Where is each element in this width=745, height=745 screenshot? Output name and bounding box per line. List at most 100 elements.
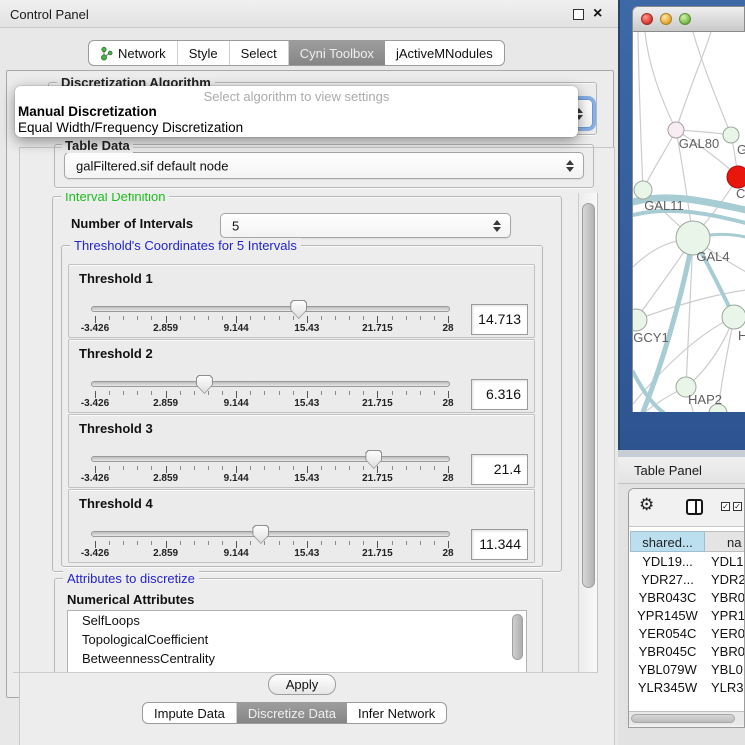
network-node-label: GAL4 <box>696 249 729 264</box>
table-panel-titlebar: Table Panel <box>618 457 745 484</box>
slider-tick <box>293 316 294 320</box>
float-window-icon[interactable] <box>573 9 584 20</box>
network-view-canvas[interactable]: GAL80GACGAL11GAL4GCY1HHAP2 <box>632 32 745 412</box>
table-row[interactable]: YER054CYER0 <box>629 625 745 643</box>
slider-tick-label: -3.426 <box>65 323 125 334</box>
cyni-mode-tabs: Impute DataDiscretize DataInfer Network <box>142 702 447 724</box>
table-row[interactable]: YIL053CYIL0 <box>629 697 745 699</box>
popup-option-equal-width-frequency[interactable]: Equal Width/Frequency Discretization <box>18 120 243 135</box>
slider-tick <box>392 466 393 470</box>
attribute-list-item[interactable]: SelfLoops <box>68 611 526 630</box>
divider <box>618 450 745 457</box>
network-node-gal11[interactable] <box>634 181 652 199</box>
slider-track[interactable] <box>91 306 450 312</box>
slider-thumb[interactable] <box>365 450 382 469</box>
checkbox-icon[interactable]: ✓ <box>733 502 742 511</box>
network-node-label: HAP2 <box>688 392 722 407</box>
tab-style[interactable]: Style <box>178 41 230 65</box>
close-traffic-light-icon[interactable] <box>641 13 653 25</box>
threshold-value-field[interactable]: 6.316 <box>471 379 528 410</box>
slider-tick <box>406 466 407 470</box>
slider-tick <box>307 391 308 398</box>
slider-tick <box>279 391 280 395</box>
settings-scrollbar-thumb[interactable] <box>582 203 595 588</box>
tab-impute-data[interactable]: Impute Data <box>143 703 237 723</box>
threshold-value-field[interactable]: 11.344 <box>471 529 528 560</box>
slider-tick-label: 9.144 <box>206 398 266 409</box>
network-node-c[interactable] <box>727 166 745 188</box>
list-scrollbar-thumb[interactable] <box>512 614 523 660</box>
slider-tick <box>236 391 237 398</box>
tab-network[interactable]: Network <box>89 41 178 65</box>
column-header-shared-name[interactable]: shared... <box>630 531 705 552</box>
threshold-label: Threshold 3 <box>79 421 153 436</box>
node-table-container: ⚙ ✓ ✓ shared... na YDL19...YDL1YDR27...Y… <box>628 488 745 728</box>
network-node-ga[interactable] <box>723 127 739 143</box>
columns-icon[interactable] <box>686 499 703 515</box>
tab-infer-network[interactable]: Infer Network <box>347 703 446 723</box>
table-row[interactable]: YBL079WYBL0 <box>629 661 745 679</box>
threshold-value-field[interactable]: 14.713 <box>471 304 528 335</box>
table-horizontal-scrollbar[interactable] <box>629 711 745 725</box>
column-header-name[interactable]: na <box>705 531 745 552</box>
tab-label: Network <box>118 46 166 61</box>
tab-cyni-toolbox[interactable]: Cyni Toolbox <box>289 41 385 65</box>
slider-tick <box>349 316 350 320</box>
slider-track[interactable] <box>91 381 450 387</box>
network-icon <box>100 46 113 61</box>
apply-button[interactable]: Apply <box>268 674 336 695</box>
panel-title: Control Panel <box>10 7 89 22</box>
zoom-traffic-light-icon[interactable] <box>679 13 691 25</box>
close-icon[interactable]: × <box>593 4 602 24</box>
cell-name: YDR2 <box>711 571 745 589</box>
table-data-combobox[interactable]: galFiltered.sif default node <box>64 152 584 179</box>
slider-tick <box>166 316 167 323</box>
cell-name: YPR1 <box>711 607 745 625</box>
gear-icon[interactable]: ⚙ <box>639 495 654 515</box>
number-of-intervals-combobox[interactable]: 5 <box>220 213 511 238</box>
network-node-h[interactable] <box>722 305 745 329</box>
attribute-list-item[interactable]: BetweennessCentrality <box>68 649 526 668</box>
slider-tick <box>434 541 435 545</box>
minimize-traffic-light-icon[interactable] <box>660 13 672 25</box>
slider-tick <box>250 316 251 320</box>
slider-tick <box>180 316 181 320</box>
slider-tick <box>448 541 449 548</box>
slider-tick <box>349 466 350 470</box>
slider-thumb[interactable] <box>196 375 213 394</box>
slider-tick-label: 15.43 <box>277 323 337 334</box>
checkbox-icon[interactable]: ✓ <box>721 502 730 511</box>
slider-tick <box>109 316 110 320</box>
tab-select[interactable]: Select <box>230 41 289 65</box>
slider-track[interactable] <box>91 531 450 537</box>
slider-track[interactable] <box>91 456 450 462</box>
slider-tick-label: 28 <box>418 323 478 334</box>
tab-discretize-data[interactable]: Discretize Data <box>237 703 347 723</box>
table-row[interactable]: YDR27...YDR2 <box>629 571 745 589</box>
attribute-list-item[interactable]: TopologicalCoefficient <box>68 630 526 649</box>
slider-tick <box>109 391 110 395</box>
table-row[interactable]: YPR145WYPR1 <box>629 607 745 625</box>
threshold-value-field[interactable]: 21.4 <box>471 454 528 485</box>
table-row[interactable]: YBR045CYBR0 <box>629 643 745 661</box>
table-row[interactable]: YDL19...YDL1 <box>629 553 745 571</box>
attributes-to-discretize-label: Attributes to discretize <box>63 571 199 586</box>
slider-tick-label: 28 <box>418 398 478 409</box>
slider-tick <box>406 541 407 545</box>
slider-tick <box>434 391 435 395</box>
cell-name: YBR0 <box>711 589 745 607</box>
settings-scrollbar[interactable] <box>578 193 598 672</box>
application-window: Control Panel × Network StyleSelectCyni T… <box>0 0 745 745</box>
table-row[interactable]: YLR345WYLR3 <box>629 679 745 697</box>
divider <box>13 672 598 673</box>
table-horizontal-scrollbar-thumb[interactable] <box>631 714 735 723</box>
network-node-gcy1[interactable] <box>633 309 647 331</box>
slider-thumb[interactable] <box>252 525 269 544</box>
slider-tick-label: 15.43 <box>277 398 337 409</box>
table-panel-title: Table Panel <box>634 463 702 478</box>
tab-jactivemnodules[interactable]: jActiveMNodules <box>385 41 504 65</box>
numerical-attributes-list[interactable]: SelfLoopsTopologicalCoefficientBetweenne… <box>67 610 527 672</box>
popup-option-manual-discretization[interactable]: Manual Discretization <box>18 104 157 119</box>
slider-tick <box>95 391 96 398</box>
table-row[interactable]: YBR043CYBR0 <box>629 589 745 607</box>
